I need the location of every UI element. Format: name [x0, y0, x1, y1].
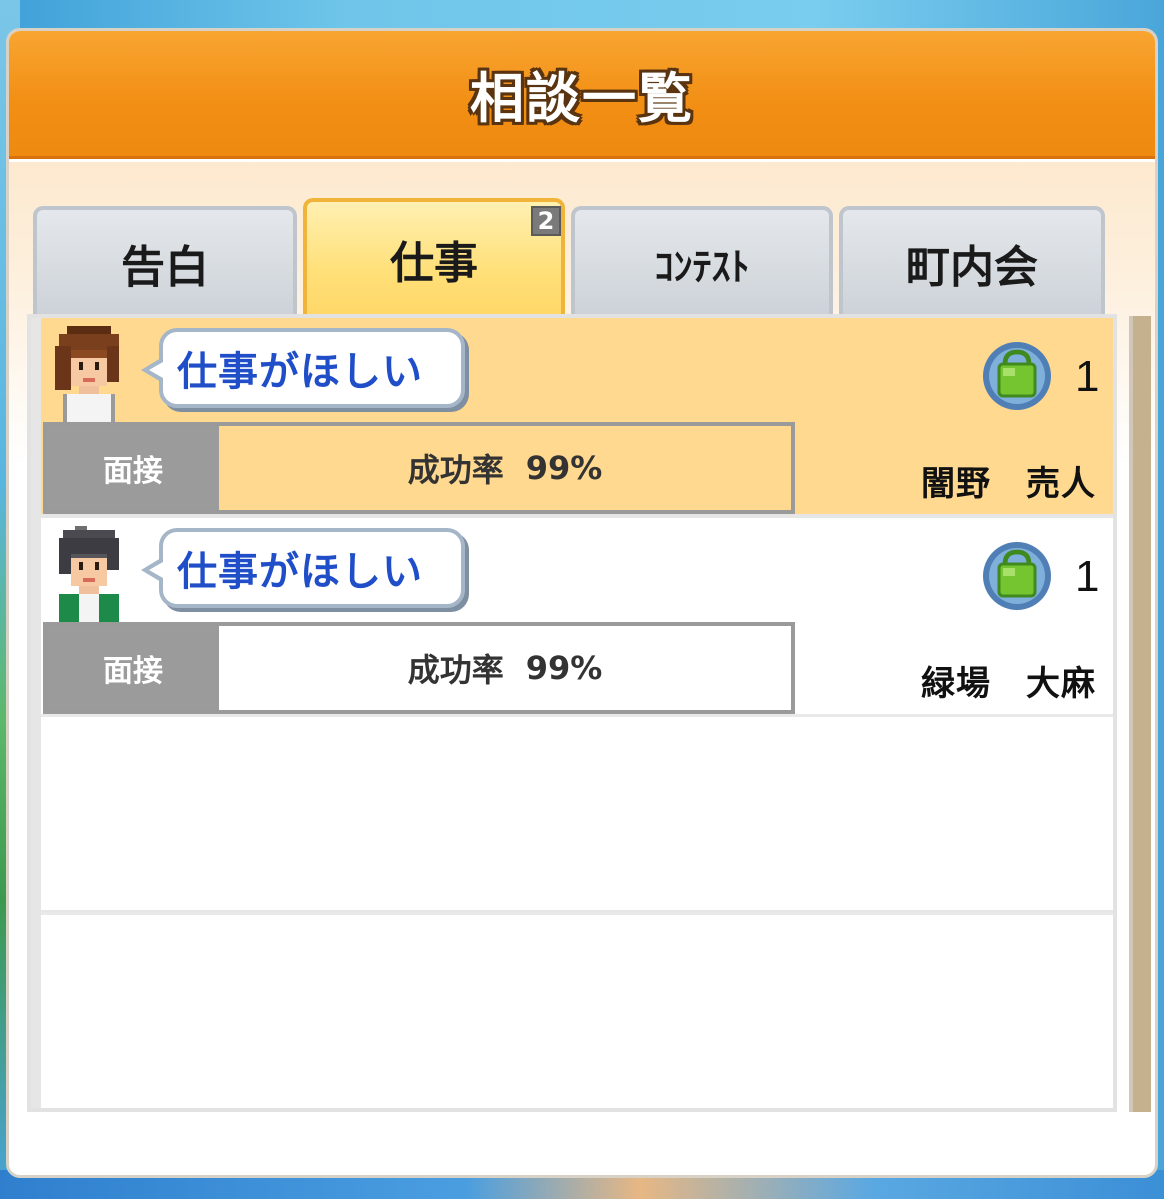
list-item[interactable]: 仕事がほしい 1 面接 成功率 99% 闇野 売人 — [41, 318, 1113, 514]
green-bag-icon — [983, 342, 1051, 410]
tab-count-badge: 2 — [531, 206, 561, 236]
success-rate: 成功率 99% — [219, 426, 791, 510]
person-name: 緑場 大麻 — [921, 664, 1096, 704]
progress-box: 面接 成功率 99% — [43, 622, 795, 714]
success-rate-label: 成功率 — [407, 451, 504, 489]
tab-label: 告白 — [121, 242, 209, 293]
tab-confession[interactable]: 告白 — [33, 206, 297, 316]
window-title: 相談一覧 — [470, 67, 694, 130]
female-avatar-icon — [55, 326, 119, 422]
request-text: 仕事がほしい — [177, 549, 423, 595]
tab-neighborhood-association[interactable]: 町内会 — [839, 206, 1105, 316]
tab-contest[interactable]: ｺﾝﾃｽﾄ — [571, 206, 833, 316]
title-bar: 相談一覧 — [9, 31, 1155, 159]
item-count: 1 — [1075, 552, 1100, 601]
success-rate-label: 成功率 — [407, 651, 504, 689]
consultation-list: 仕事がほしい 1 面接 成功率 99% 闇野 売人 仕事がほしい 1 面接 成功… — [27, 314, 1117, 1112]
request-speech-bubble: 仕事がほしい — [141, 528, 465, 608]
empty-list-slot — [41, 912, 1113, 1108]
success-rate-value: 99% — [525, 649, 603, 687]
tab-label: ｺﾝﾃｽﾄ — [654, 244, 750, 289]
progress-box: 面接 成功率 99% — [43, 422, 795, 514]
request-speech-bubble: 仕事がほしい — [141, 328, 465, 408]
male-avatar-icon — [59, 526, 119, 622]
scrollbar[interactable] — [1129, 316, 1151, 1112]
list-item[interactable]: 仕事がほしい 1 面接 成功率 99% 緑場 大麻 — [41, 518, 1113, 714]
tab-label: 仕事 — [390, 238, 478, 289]
consultation-list-window: 相談一覧 告白 仕事 2 ｺﾝﾃｽﾄ 町内会 仕事がほしい 1 面接 成功率 9… — [6, 28, 1158, 1178]
stage-label: 面接 — [47, 626, 219, 710]
success-rate-value: 99% — [525, 449, 603, 487]
person-name: 闇野 売人 — [921, 464, 1096, 504]
stage-label: 面接 — [47, 426, 219, 510]
tab-job[interactable]: 仕事 2 — [303, 198, 565, 316]
success-rate: 成功率 99% — [219, 626, 791, 710]
green-bag-icon — [983, 542, 1051, 610]
tab-label: 町内会 — [906, 242, 1038, 293]
request-text: 仕事がほしい — [177, 349, 423, 395]
empty-list-slot — [41, 714, 1113, 910]
scrollbar-thumb[interactable] — [1133, 316, 1151, 1112]
item-count: 1 — [1075, 352, 1100, 401]
window-content: 告白 仕事 2 ｺﾝﾃｽﾄ 町内会 仕事がほしい 1 面接 成功率 99% 闇野… — [9, 162, 1155, 1175]
